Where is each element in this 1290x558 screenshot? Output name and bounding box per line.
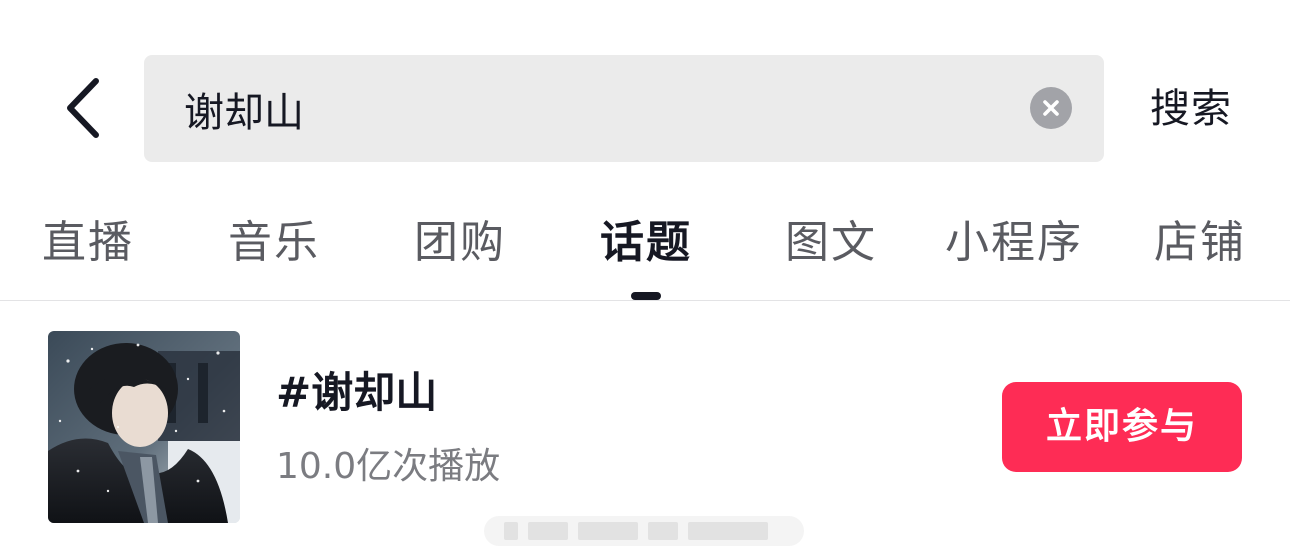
- tab-stores[interactable]: 店铺: [1154, 208, 1246, 278]
- topic-title: #谢却山: [276, 368, 438, 417]
- active-tab-indicator: [631, 292, 661, 300]
- topic-result-row[interactable]: #谢却山 10.0亿次播放 立即参与: [0, 330, 1290, 524]
- topic-play-count: 10.0亿次播放: [276, 446, 501, 487]
- tab-live[interactable]: 直播: [42, 208, 134, 278]
- tab-image-text[interactable]: 图文: [785, 208, 877, 278]
- tab-topics[interactable]: 话题: [600, 208, 692, 278]
- clear-search-button[interactable]: [1030, 87, 1072, 129]
- search-button[interactable]: 搜索: [1150, 82, 1232, 136]
- tabs-divider: [0, 300, 1290, 301]
- chevron-left-icon: [67, 78, 99, 138]
- search-input[interactable]: [184, 55, 1004, 162]
- tab-group-buy[interactable]: 团购: [414, 208, 506, 278]
- clear-circle-icon: [1043, 100, 1059, 116]
- search-box[interactable]: [144, 55, 1104, 162]
- back-button[interactable]: [52, 72, 112, 144]
- topic-cover-image: [48, 331, 240, 523]
- search-category-tabs: 直播 音乐 团购 话题 图文 小程序 店铺: [0, 208, 1290, 278]
- join-topic-button[interactable]: 立即参与: [1002, 382, 1242, 472]
- tab-mini-programs[interactable]: 小程序: [945, 208, 1083, 278]
- tab-music[interactable]: 音乐: [228, 208, 320, 278]
